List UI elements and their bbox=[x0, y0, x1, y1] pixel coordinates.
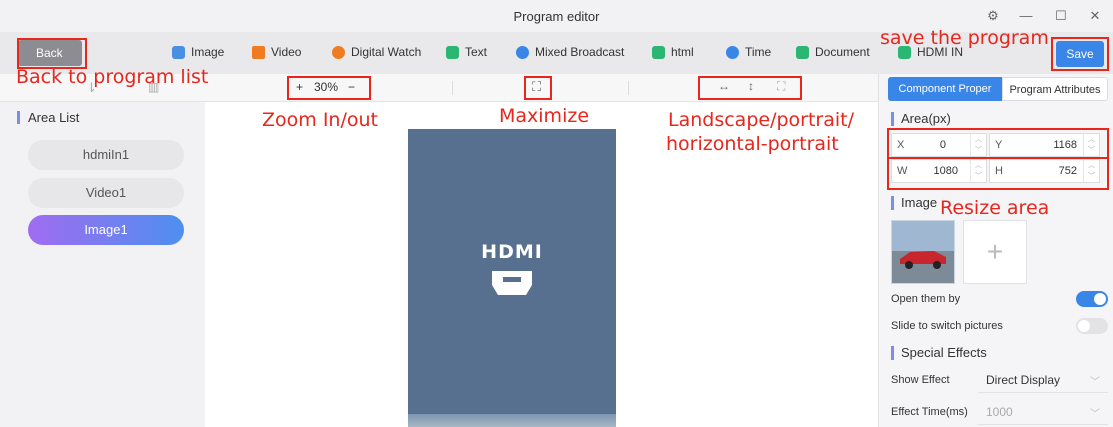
hdmi-label: HDMI bbox=[481, 241, 543, 263]
divider bbox=[452, 81, 453, 95]
area-list-panel: Area List hdmiIn1 Video1 Image1 bbox=[0, 102, 205, 427]
image-area-preview[interactable] bbox=[408, 414, 616, 427]
text-icon bbox=[446, 45, 459, 59]
hdmi-port-icon bbox=[492, 271, 532, 295]
tab-program-attributes[interactable]: Program Attributes bbox=[1002, 77, 1108, 101]
image-thumbnail[interactable] bbox=[891, 220, 955, 284]
toolbar-time[interactable]: Time bbox=[726, 45, 771, 59]
mixed-broadcast-icon bbox=[516, 45, 529, 59]
toggle-knob bbox=[1094, 293, 1106, 305]
annotation-box-resize bbox=[887, 128, 1109, 190]
chevron-down-icon: ﹀ bbox=[1090, 409, 1100, 420]
toolbar-image-label: Image bbox=[191, 45, 225, 59]
slide-switch-label: Slide to switch pictures bbox=[891, 320, 1003, 332]
toolbar-document[interactable]: Document bbox=[796, 45, 870, 59]
area-list-title: Area List bbox=[17, 111, 79, 124]
toolbar-text[interactable]: Text bbox=[446, 45, 487, 59]
annotation-zoom: Zoom In/out bbox=[262, 109, 378, 131]
annotation-resize: Resize area bbox=[940, 197, 1050, 219]
image-icon bbox=[172, 45, 185, 59]
annotation-divider bbox=[888, 157, 1108, 159]
toolbar-text-label: Text bbox=[465, 45, 488, 59]
tab-component-properties[interactable]: Component Proper bbox=[888, 77, 1002, 101]
area-item-video1[interactable]: Video1 bbox=[28, 178, 184, 208]
add-image-button[interactable]: + bbox=[963, 220, 1027, 284]
annotation-box-maximize bbox=[524, 76, 552, 100]
toolbar-digital-watch-label: Digital Watch bbox=[351, 45, 422, 59]
annotation-box-zoom bbox=[287, 76, 371, 100]
toggle-knob bbox=[1078, 320, 1090, 332]
special-effects-title: Special Effects bbox=[891, 346, 987, 360]
area-section-title: Area(px) bbox=[891, 112, 951, 126]
slide-switch-toggle[interactable] bbox=[1076, 318, 1108, 334]
toolbar-time-label: Time bbox=[745, 45, 772, 59]
toolbar-video-label: Video bbox=[271, 45, 302, 59]
annotation-orientation-1: Landscape/portrait/ bbox=[668, 109, 855, 131]
settings-icon[interactable]: ⚙ bbox=[983, 8, 1003, 24]
toolbar-digital-watch[interactable]: Digital Watch bbox=[332, 45, 421, 59]
annotation-back: Back to program list bbox=[16, 66, 209, 88]
show-effect-select[interactable]: Direct Display ﹀ bbox=[978, 367, 1108, 393]
image-section-title: Image bbox=[891, 196, 937, 210]
annotation-save: save the program bbox=[880, 27, 1049, 49]
minimize-button[interactable]: — bbox=[1016, 8, 1036, 23]
toolbar-image[interactable]: Image bbox=[172, 45, 224, 59]
effect-time-label: Effect Time(ms) bbox=[891, 406, 968, 418]
annotation-box-back bbox=[17, 38, 87, 69]
area-item-hdmiin1[interactable]: hdmiIn1 bbox=[28, 140, 184, 170]
program-preview[interactable]: HDMI bbox=[408, 129, 616, 427]
maximize-window-button[interactable]: ☐ bbox=[1051, 8, 1071, 24]
open-them-by-toggle[interactable] bbox=[1076, 291, 1108, 307]
window-title: Program editor bbox=[513, 9, 600, 24]
show-effect-value: Direct Display bbox=[986, 373, 1061, 387]
toolbar-html[interactable]: html bbox=[652, 45, 694, 59]
divider bbox=[628, 81, 629, 95]
watch-icon bbox=[332, 45, 345, 59]
effect-time-select[interactable]: 1000 ﹀ bbox=[978, 399, 1108, 425]
toolbar-mixed-broadcast-label: Mixed Broadcast bbox=[535, 45, 625, 59]
video-icon bbox=[252, 45, 265, 59]
close-button[interactable]: ✕ bbox=[1085, 8, 1105, 24]
clock-icon bbox=[726, 45, 739, 59]
document-icon bbox=[796, 45, 809, 59]
show-effect-label: Show Effect bbox=[891, 374, 950, 386]
annotation-box-orientation bbox=[698, 76, 802, 100]
area-item-image1[interactable]: Image1 bbox=[28, 215, 184, 245]
chevron-down-icon: ﹀ bbox=[1090, 377, 1100, 388]
open-them-by-label: Open them by bbox=[891, 293, 961, 305]
html-icon bbox=[652, 45, 665, 59]
annotation-box-save bbox=[1051, 37, 1109, 71]
effect-time-value: 1000 bbox=[986, 405, 1013, 419]
toolbar-document-label: Document bbox=[815, 45, 870, 59]
annotation-orientation-2: horizontal-portrait bbox=[666, 133, 839, 155]
toolbar-video[interactable]: Video bbox=[252, 45, 301, 59]
annotation-maximize: Maximize bbox=[499, 105, 590, 127]
toolbar-html-label: html bbox=[671, 45, 694, 59]
toolbar-mixed-broadcast[interactable]: Mixed Broadcast bbox=[516, 45, 624, 59]
